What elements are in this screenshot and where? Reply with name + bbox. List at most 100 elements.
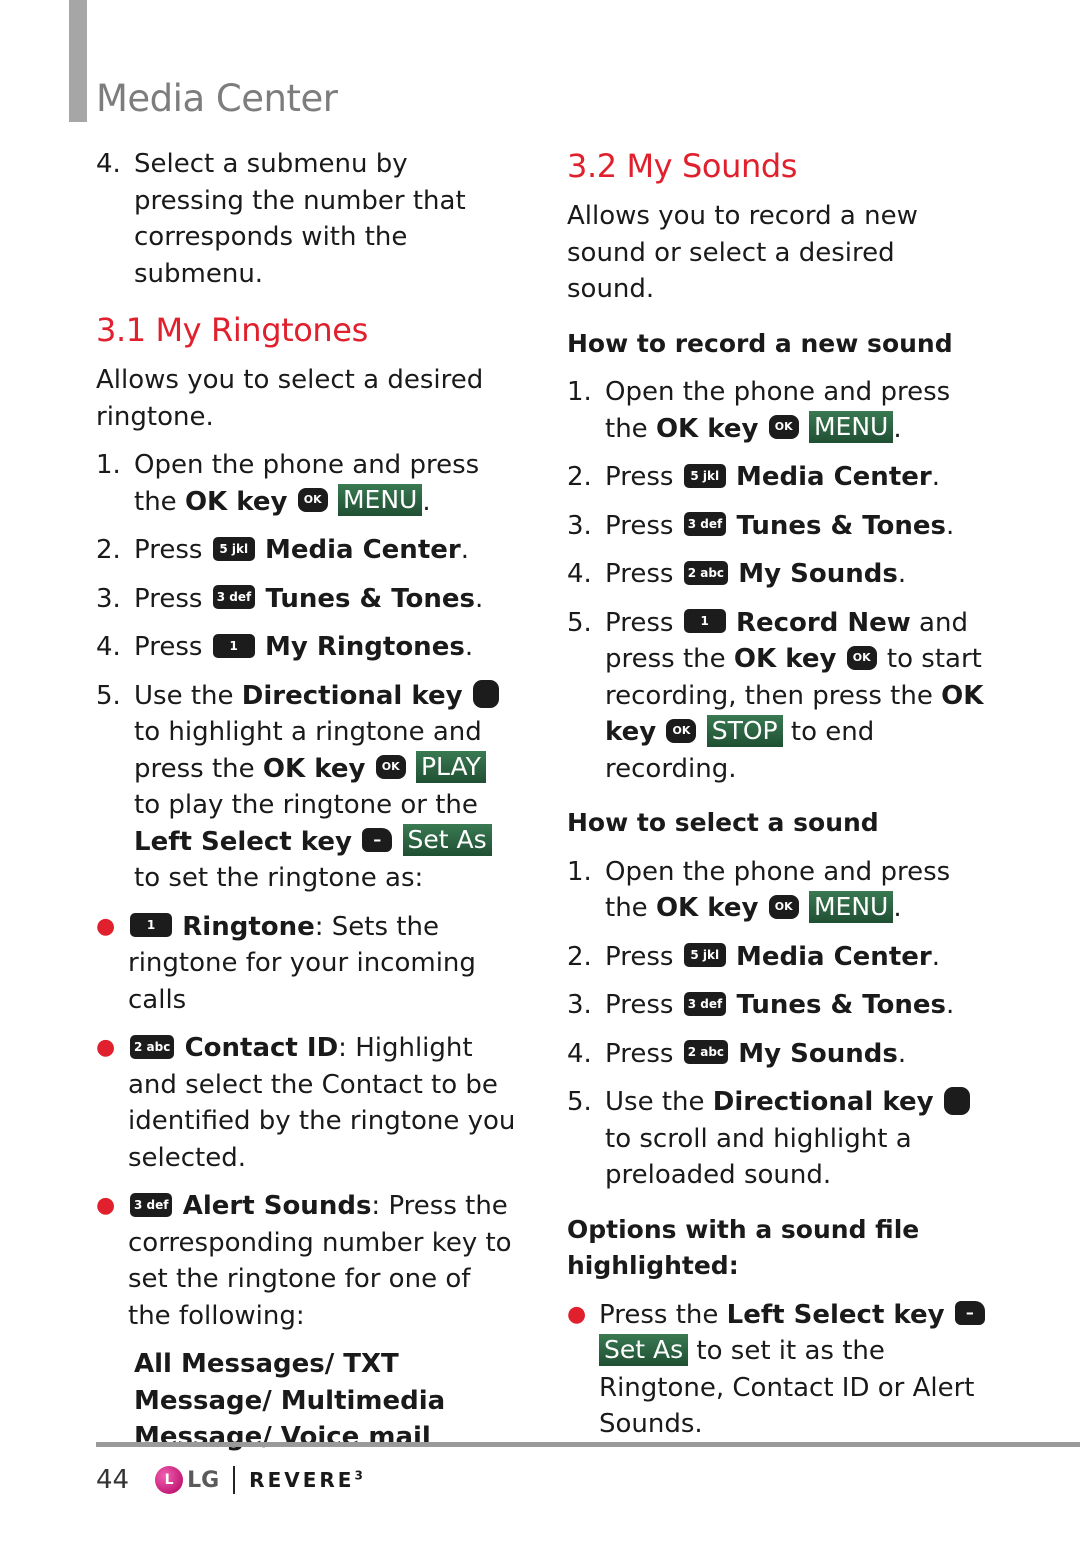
key-3-icon: 3 def	[683, 991, 727, 1016]
softkey-set-as: Set As	[599, 1333, 689, 1366]
step-item: 4. Press 2 abc My Sounds.	[567, 556, 987, 593]
step-text: Press	[134, 583, 211, 614]
step-item: 4. Press 1 My Ringtones.	[96, 629, 516, 666]
menu-name: Tunes & Tones	[265, 583, 476, 614]
footer: 44 L LG REVERE3	[96, 1462, 366, 1498]
step-number: 1.	[96, 450, 121, 480]
step-text: Press	[605, 1038, 682, 1069]
key-name: OK key	[655, 893, 759, 923]
step-number: 3.	[96, 583, 121, 614]
step-text: Press	[134, 535, 211, 565]
section-description: Allows you to select a desired ringtone.	[96, 365, 484, 432]
option-item-set-as: ● Press the Left Select key – Set As to …	[567, 1297, 987, 1443]
punctuation: .	[464, 632, 474, 662]
key-name: Left Select key	[134, 826, 352, 857]
step-item: 2. Press 5 jkl Media Center.	[567, 939, 987, 976]
menu-name: Tunes & Tones	[736, 510, 947, 541]
page-number: 44	[96, 1465, 130, 1495]
step-item: 5. Use the Directional key to scroll and…	[567, 1084, 987, 1194]
menu-name: Media Center	[735, 941, 932, 972]
softkey-set-as: Set As	[402, 824, 492, 856]
key-2-icon: 2 abc	[130, 1034, 175, 1059]
option-label: Alert Sounds	[182, 1191, 372, 1221]
step-number: 4.	[96, 632, 121, 662]
section-description: Allows you to record a new sound or sele…	[567, 201, 918, 304]
key-5-icon: 5 jkl	[683, 463, 726, 488]
step-text: Press	[605, 990, 682, 1020]
step-item: 1. Open the phone and press the OK key O…	[567, 374, 987, 447]
step-item: 2. Press 5 jkl Media Center.	[567, 459, 987, 496]
step-number: 4.	[567, 1038, 592, 1069]
key-3-icon: 3 def	[683, 512, 727, 536]
menu-name: My Sounds	[738, 559, 898, 589]
option-label: Contact ID	[184, 1033, 339, 1063]
step-item: 1. Open the phone and press the OK key O…	[567, 854, 987, 927]
step-item: 3. Press 3 def Tunes & Tones.	[96, 581, 516, 618]
ok-key-icon: OK	[375, 755, 406, 779]
step-text: to set the ringtone as:	[134, 863, 424, 893]
key-5-icon: 5 jkl	[683, 943, 726, 967]
menu-name: Media Center	[735, 462, 932, 492]
ok-key-icon: OK	[768, 894, 799, 919]
menu-name: My Ringtones	[264, 632, 465, 662]
directional-key-icon	[943, 1086, 970, 1115]
option-text: Press the	[599, 1299, 727, 1330]
alert-types: All Messages/ TXT Message/ Multimedia Me…	[134, 1349, 446, 1452]
page-title: Media Center	[96, 76, 338, 120]
ok-key-icon: OK	[297, 488, 328, 512]
step-item: 3. Press 3 def Tunes & Tones.	[567, 987, 987, 1024]
step-text: Use the	[134, 680, 242, 711]
punctuation: .	[460, 535, 469, 565]
step-number: 3.	[567, 990, 592, 1020]
ok-key-icon: OK	[666, 718, 697, 743]
product-label: REVERE	[249, 1468, 355, 1492]
header-bar	[69, 0, 87, 122]
option-item-alert-sounds: ● 3 def Alert Sounds: Press the correspo…	[96, 1188, 516, 1334]
product-version: 3	[354, 1468, 366, 1483]
step-number: 2.	[567, 941, 592, 972]
step-text: Press	[134, 632, 211, 662]
subheading-record: How to record a new sound	[567, 328, 953, 358]
punctuation: .	[946, 510, 955, 541]
option-label: Ringtone	[182, 911, 315, 942]
key-1-icon: 1	[130, 913, 172, 937]
punctuation: .	[946, 990, 955, 1020]
step-text: Press	[605, 559, 682, 589]
footer-separator	[233, 1466, 236, 1494]
menu-name: My Sounds	[738, 1038, 898, 1069]
key-3-icon: 3 def	[130, 1192, 173, 1217]
option-item-ringtone: ● 1 Ringtone: Sets the ringtone for your…	[96, 909, 516, 1019]
punctuation: .	[897, 1038, 907, 1069]
step-number: 1.	[567, 856, 592, 887]
lg-logo-icon: L	[155, 1466, 184, 1494]
step-number: 2.	[567, 462, 592, 492]
punctuation: .	[931, 941, 940, 972]
subheading-options: Options with a sound file highlighted:	[567, 1214, 920, 1281]
step-number: 5.	[567, 1087, 592, 1117]
step-number: 3.	[567, 510, 592, 541]
key-name: OK key	[262, 753, 366, 784]
step-text: Select a submenu by pressing the number …	[134, 149, 466, 289]
step-item: 5. Use the Directional key to highlight …	[96, 678, 516, 897]
softkey-menu: MENU	[808, 890, 894, 923]
punctuation: .	[897, 559, 907, 589]
menu-name: Record New	[735, 607, 911, 638]
key-5-icon: 5 jkl	[212, 536, 255, 561]
step-text: to play the ringtone or the	[134, 790, 478, 820]
punctuation: .	[475, 583, 484, 614]
bullet-icon: ●	[567, 1301, 587, 1327]
key-3-icon: 3 def	[212, 585, 256, 609]
bullet-icon: ●	[96, 913, 116, 939]
punctuation: .	[422, 486, 431, 517]
softkey-menu: MENU	[337, 484, 423, 516]
punctuation: .	[931, 462, 940, 492]
key-name: OK key	[655, 413, 759, 444]
bullet-icon: ●	[96, 1035, 116, 1060]
left-select-key-icon: –	[954, 1301, 985, 1325]
step-text: to scroll and highlight a preloaded soun…	[605, 1123, 912, 1191]
step-number: 5.	[567, 607, 592, 638]
softkey-stop: STOP	[706, 714, 783, 747]
step-number: 4.	[96, 149, 121, 179]
section-heading-my-sounds: 3.2 My Sounds	[567, 147, 798, 185]
key-2-icon: 2 abc	[683, 560, 729, 585]
